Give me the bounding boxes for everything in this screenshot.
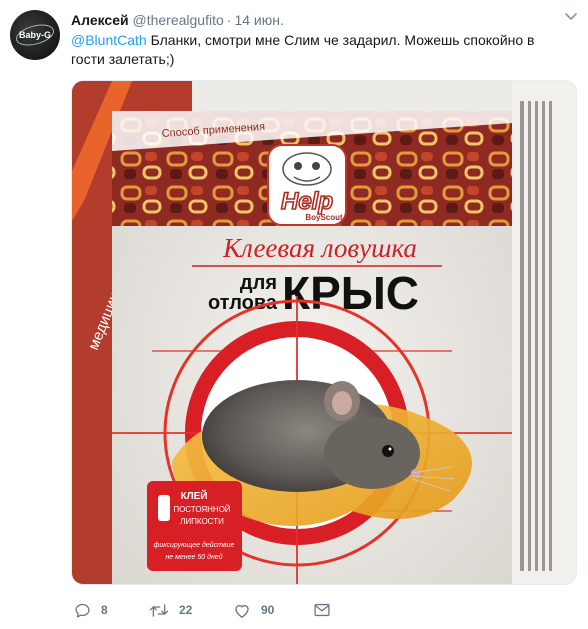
script-title: Клеевая ловушка [222,233,417,263]
direct-message-button[interactable] [314,600,340,620]
author-name[interactable]: Алексей [71,12,129,28]
avatar[interactable]: Baby-G [10,10,60,60]
badge-line-4: фиксирующее действие [154,541,235,549]
badge-line-3: ЛИПКОСТИ [180,517,224,526]
title-line-1: для [240,272,277,294]
author-handle[interactable]: @therealgufito [133,12,224,28]
tweet-photo[interactable]: медицинской дезинсекции Способ применени… [71,80,577,585]
reply-icon [75,603,90,618]
logo-text: Help [281,188,333,215]
retweet-button[interactable]: 22 [149,600,192,620]
tweet: Baby-G Алексей @therealgufito · 14 июн. @B… [0,0,588,629]
tweet-header: Алексей @therealgufito · 14 июн. [71,12,284,28]
like-count: 90 [261,603,275,617]
retweet-icon [149,603,169,617]
tweet-text: @BluntCath Бланки, смотри мне Слим че за… [71,31,541,69]
retweet-count: 22 [179,603,193,617]
caret-down-icon[interactable] [564,10,578,24]
direct-message-icon [314,603,330,617]
badge-line-5: не менее 50 дней [165,553,222,561]
tweet-actions: 8 22 90 [71,600,471,620]
mention-link[interactable]: @BluntCath [71,32,147,48]
reply-button[interactable]: 8 [74,600,108,620]
glue-badge: КЛЕЙ ПОСТОЯННОЙ ЛИПКОСТИ фиксирующее дей… [147,481,242,571]
avatar-text: Baby-G [19,30,51,40]
separator: · [226,12,232,28]
photo-rat-trap-box: медицинской дезинсекции Способ применени… [72,81,576,584]
badge-line-2: ПОСТОЯННОЙ [173,505,231,514]
tweet-time[interactable]: 14 июн. [234,12,283,28]
avatar-logo: Baby-G [16,24,54,46]
logo-subtext: BoyScout [305,213,343,222]
like-button[interactable]: 90 [233,600,274,620]
like-icon [235,604,249,618]
badge-line-1: КЛЕЙ [181,489,208,502]
reply-count: 8 [101,603,108,617]
